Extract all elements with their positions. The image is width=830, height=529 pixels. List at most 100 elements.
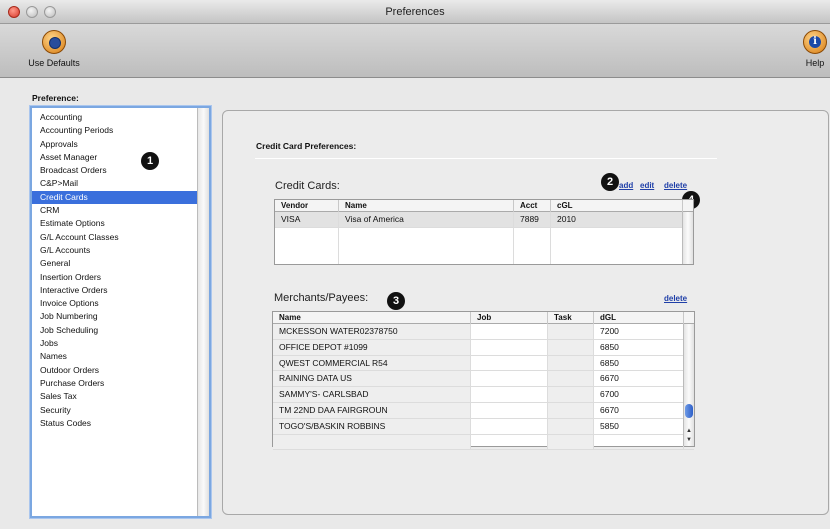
table-row[interactable]: TM 22ND DAA FAIRGROUN 6670	[273, 403, 694, 419]
column-header-name[interactable]: Name	[273, 312, 471, 324]
job-cell	[471, 355, 548, 371]
job-cell	[471, 403, 548, 418]
toolbar: Use Defaults i Help	[0, 24, 830, 78]
sidebar-item-interactive-orders[interactable]: Interactive Orders	[32, 284, 197, 297]
sidebar-item-insertion-orders[interactable]: Insertion Orders	[32, 271, 197, 284]
dgl-cell: 7200	[594, 324, 684, 339]
credit-cards-title: Credit Cards:	[275, 180, 340, 192]
task-cell	[548, 324, 594, 339]
dgl-cell: 5850	[594, 418, 684, 434]
sidebar-item-status-codes[interactable]: Status Codes	[32, 417, 197, 430]
sidebar-item-names[interactable]: Names	[32, 350, 197, 363]
help-icon: i	[803, 30, 827, 54]
sidebar-item-g-l-accounts[interactable]: G/L Accounts	[32, 244, 197, 257]
task-cell	[548, 434, 594, 450]
name-cell: Visa of America	[339, 212, 514, 227]
sidebar-item-credit-cards[interactable]: Credit Cards	[32, 190, 197, 205]
merchants-header-row: Name Job Task dGL	[273, 312, 694, 324]
table-row[interactable]: TOGO'S/BASKIN ROBBINS 5850	[273, 418, 694, 435]
sidebar-item-estimate-options[interactable]: Estimate Options	[32, 217, 197, 230]
sidebar-item-accounting-periods[interactable]: Accounting Periods	[32, 124, 197, 137]
table-row[interactable]: QWEST COMMERCIAL R54 6850	[273, 355, 694, 372]
name-cell: SAMMY'S- CARLSBAD	[273, 387, 471, 402]
column-header-task[interactable]: Task	[548, 312, 594, 324]
sidebar-item-g-l-account-classes[interactable]: G/L Account Classes	[32, 231, 197, 244]
job-cell	[471, 418, 548, 434]
preference-items: Accounting Accounting Periods Approvals Ass…	[32, 111, 197, 430]
credit-card-edit-link[interactable]: edit	[640, 181, 654, 190]
job-cell	[471, 371, 548, 387]
name-cell: TOGO'S/BASKIN ROBBINS	[273, 418, 471, 434]
empty-row	[273, 434, 694, 451]
dgl-cell: 6700	[594, 387, 684, 402]
sidebar-item-sales-tax[interactable]: Sales Tax	[32, 390, 197, 403]
column-header-acct[interactable]: Acct	[514, 200, 551, 212]
table-row[interactable]: VISA Visa of America 7889 2010	[275, 212, 693, 228]
dgl-cell: 6850	[594, 339, 684, 355]
cgl-cell: 2010	[551, 212, 683, 227]
scroll-up-arrow-icon[interactable]: ▲	[684, 428, 694, 434]
help-label: Help	[805, 58, 825, 68]
merchant-delete-link[interactable]: delete	[664, 294, 687, 303]
sidebar-item-invoice-options[interactable]: Invoice Options	[32, 297, 197, 310]
credit-card-preferences-title: Credit Card Preferences:	[256, 141, 357, 151]
sidebar-item-security[interactable]: Security	[32, 404, 197, 417]
credit-cards-scrollbar[interactable]	[682, 212, 693, 264]
sidebar-item-approvals[interactable]: Approvals	[32, 138, 197, 151]
sidebar-item-broadcast-orders[interactable]: Broadcast Orders	[32, 164, 197, 177]
merchants-payees-table: Name Job Task dGL MCKESSON WATER02378750…	[272, 311, 695, 451]
dgl-cell: 6850	[594, 355, 684, 371]
sidebar-item-job-numbering[interactable]: Job Numbering	[32, 310, 197, 323]
column-header-cgl[interactable]: cGL	[551, 200, 683, 212]
name-cell: MCKESSON WATER02378750	[273, 324, 471, 339]
use-defaults-icon	[42, 30, 66, 54]
name-cell	[273, 434, 471, 450]
table-row[interactable]: SAMMY'S- CARLSBAD 6700	[273, 387, 694, 403]
callout-marker-2: 2	[601, 173, 619, 191]
preference-label: Preference:	[32, 93, 79, 103]
sidebar-item-jobs[interactable]: Jobs	[32, 337, 197, 350]
help-button[interactable]: i Help	[800, 30, 830, 68]
table-row[interactable]: OFFICE DEPOT #1099 6850	[273, 339, 694, 356]
sidebar-item-outdoor-orders[interactable]: Outdoor Orders	[32, 364, 197, 377]
empty-row	[275, 228, 693, 264]
sidebar-item-c-p-mail[interactable]: C&P>Mail	[32, 177, 197, 190]
use-defaults-label: Use Defaults	[28, 58, 80, 68]
preference-list-scrollbar[interactable]	[197, 108, 209, 516]
sidebar-item-asset-manager[interactable]: Asset Manager	[32, 151, 197, 164]
credit-cards-header-row: Vendor Name Acct cGL	[275, 200, 693, 212]
section-divider	[255, 158, 717, 159]
sidebar-item-accounting[interactable]: Accounting	[32, 111, 197, 124]
sidebar-item-job-scheduling[interactable]: Job Scheduling	[32, 324, 197, 337]
column-header-job[interactable]: Job	[471, 312, 548, 324]
use-defaults-button[interactable]: Use Defaults	[14, 30, 94, 68]
credit-card-delete-link[interactable]: delete	[664, 181, 687, 190]
table-row[interactable]: MCKESSON WATER02378750 7200	[273, 324, 694, 340]
empty-cell	[275, 228, 339, 264]
scroll-down-arrow-icon[interactable]: ▼	[684, 437, 694, 443]
sidebar-item-purchase-orders[interactable]: Purchase Orders	[32, 377, 197, 390]
table-row[interactable]: RAINING DATA US 6670	[273, 371, 694, 388]
sidebar-item-crm[interactable]: CRM	[32, 204, 197, 217]
title-bar: Preferences	[0, 0, 830, 24]
column-header-dgl[interactable]: dGL	[594, 312, 684, 324]
job-cell	[471, 324, 548, 339]
merchants-scrollbar[interactable]: ▲ ▼	[683, 324, 694, 446]
merchants-scroll-thumb[interactable]	[685, 404, 693, 418]
sidebar-item-general[interactable]: General	[32, 257, 197, 270]
task-cell	[548, 355, 594, 371]
acct-cell: 7889	[514, 212, 551, 227]
name-cell: QWEST COMMERCIAL R54	[273, 355, 471, 371]
column-header-name[interactable]: Name	[339, 200, 514, 212]
task-cell	[548, 371, 594, 387]
vendor-cell: VISA	[275, 212, 339, 227]
empty-cell	[514, 228, 551, 264]
job-cell	[471, 434, 548, 450]
credit-card-add-link[interactable]: add	[619, 181, 633, 190]
column-header-vendor[interactable]: Vendor	[275, 200, 339, 212]
name-cell: OFFICE DEPOT #1099	[273, 339, 471, 355]
preference-list[interactable]: Accounting Accounting Periods Approvals Ass…	[30, 106, 211, 518]
window-title: Preferences	[385, 6, 445, 18]
credit-cards-table: Vendor Name Acct cGL VISA Visa of Americ…	[274, 199, 694, 265]
dgl-cell: 6670	[594, 403, 684, 418]
